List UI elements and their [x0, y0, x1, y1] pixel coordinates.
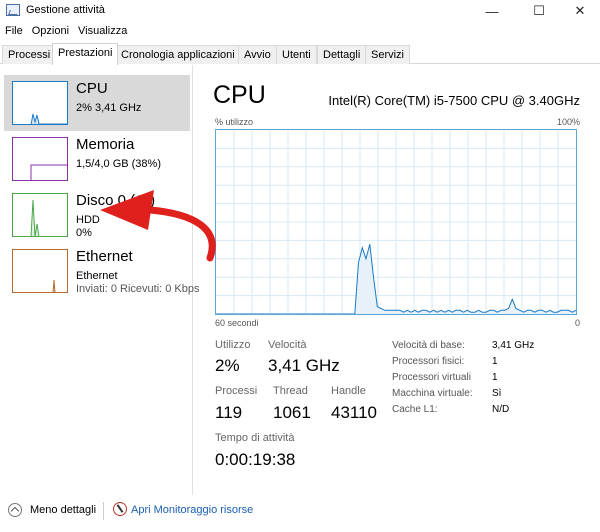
graph-x-axis-start: 60 secondi — [215, 318, 259, 328]
spec-value: Sì — [492, 388, 502, 399]
menu-visualizza[interactable]: Visualizza — [78, 23, 132, 41]
page-title: CPU — [213, 81, 266, 109]
tab-utenti[interactable]: Utenti — [276, 45, 317, 64]
sidebar-item-value-secondary: 0% — [76, 227, 92, 239]
thread-value: 1061 — [273, 403, 311, 422]
open-resource-monitor-link[interactable]: Apri Monitoraggio risorse — [131, 504, 253, 516]
utilizzo-label: Utilizzo — [215, 339, 251, 351]
tab-avvio[interactable]: Avvio — [238, 45, 277, 64]
fewer-details-button[interactable]: Meno dettagli — [30, 504, 96, 516]
minimize-button[interactable]: — — [470, 0, 514, 22]
spec-value: 1 — [492, 356, 498, 367]
handle-value: 43110 — [331, 403, 378, 422]
sidebar-item-label: CPU — [76, 80, 108, 97]
menu-file[interactable]: File — [5, 23, 28, 41]
resource-monitor-icon[interactable] — [113, 502, 127, 516]
sidebar-item-memoria[interactable]: Memoria 1,5/4,0 GB (38%) — [4, 131, 190, 187]
processi-value: 119 — [215, 403, 243, 422]
handle-label: Handle — [331, 385, 366, 397]
menu-bar: File Opzioni Visualizza — [0, 23, 600, 41]
tab-bar: Processi Prestazioni Cronologia applicaz… — [0, 43, 600, 65]
spec-label: Processori fisici: — [392, 356, 465, 367]
spec-label: Cache L1: — [392, 404, 438, 415]
spec-value: 3,41 GHz — [492, 340, 535, 351]
sidebar-item-label: Disco 0 (C:) — [76, 192, 156, 209]
cpu-thumbnail-graph — [12, 81, 68, 125]
spec-value: N/D — [492, 404, 510, 415]
spec-label: Velocità di base: — [392, 340, 465, 351]
task-manager-icon — [6, 4, 20, 16]
graph-x-axis-end: 0 — [574, 318, 580, 328]
spec-label: Macchina virtuale: — [392, 388, 473, 399]
cpu-model-name: Intel(R) Core(TM) i5-7500 CPU @ 3.40GHz — [328, 93, 580, 108]
maximize-button[interactable]: ☐ — [517, 0, 561, 22]
cpu-usage-graph — [215, 129, 577, 315]
footer-divider — [103, 502, 104, 520]
cpu-detail-panel: CPU Intel(R) Core(TM) i5-7500 CPU @ 3.40… — [195, 65, 600, 495]
velocita-value: 3,41 GHz — [268, 356, 340, 375]
menu-opzioni[interactable]: Opzioni — [32, 23, 74, 41]
sidebar-item-disco[interactable]: Disco 0 (C:) HDD 0% — [4, 187, 190, 243]
tab-dettagli[interactable]: Dettagli — [317, 45, 367, 64]
sidebar-item-value: 2% 3,41 GHz — [76, 102, 142, 114]
memory-thumbnail-graph — [12, 137, 68, 181]
footer-bar: Meno dettagli Apri Monitoraggio risorse — [0, 495, 600, 532]
ethernet-thumbnail-graph — [12, 249, 68, 293]
thread-label: Thread — [273, 385, 308, 397]
tab-prestazioni[interactable]: Prestazioni — [52, 43, 119, 65]
sidebar-item-label: Memoria — [76, 136, 135, 153]
graph-y-axis-max: 100% — [556, 117, 580, 127]
uptime-label: Tempo di attività — [215, 432, 295, 444]
velocita-label: Velocità — [268, 339, 307, 351]
sidebar-item-value-secondary: Inviati: 0 Ricevuti: 0 Kbps — [76, 283, 200, 295]
sidebar-item-value: Ethernet — [76, 270, 118, 282]
performance-sidebar: CPU 2% 3,41 GHz Memoria 1,5/4,0 GB (38%)… — [0, 65, 200, 495]
sidebar-item-value: HDD — [76, 214, 100, 226]
sidebar-item-ethernet[interactable]: Ethernet Ethernet Inviati: 0 Ricevuti: 0… — [4, 243, 200, 299]
sidebar-item-cpu[interactable]: CPU 2% 3,41 GHz — [4, 75, 190, 131]
spec-label: Processori virtuali — [392, 372, 471, 383]
close-button[interactable]: ✕ — [558, 0, 600, 22]
spec-value: 1 — [492, 372, 498, 383]
graph-y-axis-label: % utilizzo — [215, 117, 254, 127]
uptime-value: 0:00:19:38 — [215, 450, 296, 469]
sidebar-item-label: Ethernet — [76, 248, 133, 265]
tab-cronologia-applicazioni[interactable]: Cronologia applicazioni — [115, 45, 241, 64]
tab-servizi[interactable]: Servizi — [365, 45, 411, 64]
utilizzo-value: 2% — [215, 356, 240, 375]
title-bar: Gestione attività — ☐ ✕ — [0, 0, 600, 22]
processi-label: Processi — [215, 385, 258, 397]
window-title: Gestione attività — [26, 4, 105, 16]
disk-thumbnail-graph — [12, 193, 68, 237]
tab-processi[interactable]: Processi — [2, 45, 57, 64]
chevron-up-icon[interactable] — [8, 503, 22, 517]
sidebar-item-value: 1,5/4,0 GB (38%) — [76, 158, 161, 170]
